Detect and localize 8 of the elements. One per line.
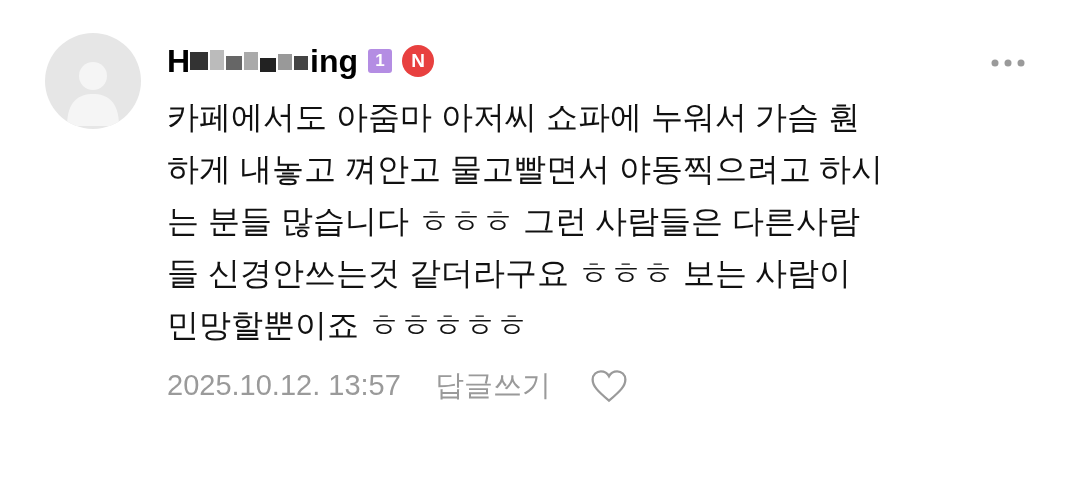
username[interactable]: H	[167, 45, 191, 77]
heart-icon[interactable]	[588, 368, 629, 404]
new-badge: N	[402, 45, 435, 77]
username[interactable]: ing	[310, 45, 359, 77]
timestamp: 2025.10.12. 13:57	[167, 368, 401, 404]
comment-text: 카페에서도 아줌마 아저씨 쇼파에 누워서 가슴 훤 하게 내놓고 껴안고 물고빨면서 야동찍으려고 하시 는 분들 많습니다 ㅎㅎㅎ 그런 사람들은 다른사람 들 신경안쓰는것 같더라구요 ㅎㅎㅎ 보는 사람이 민망할뿐이죠 ㅎㅎㅎㅎㅎ	[167, 98, 884, 345]
more-icon[interactable]	[990, 58, 1026, 68]
level-badge: 1	[368, 49, 393, 73]
